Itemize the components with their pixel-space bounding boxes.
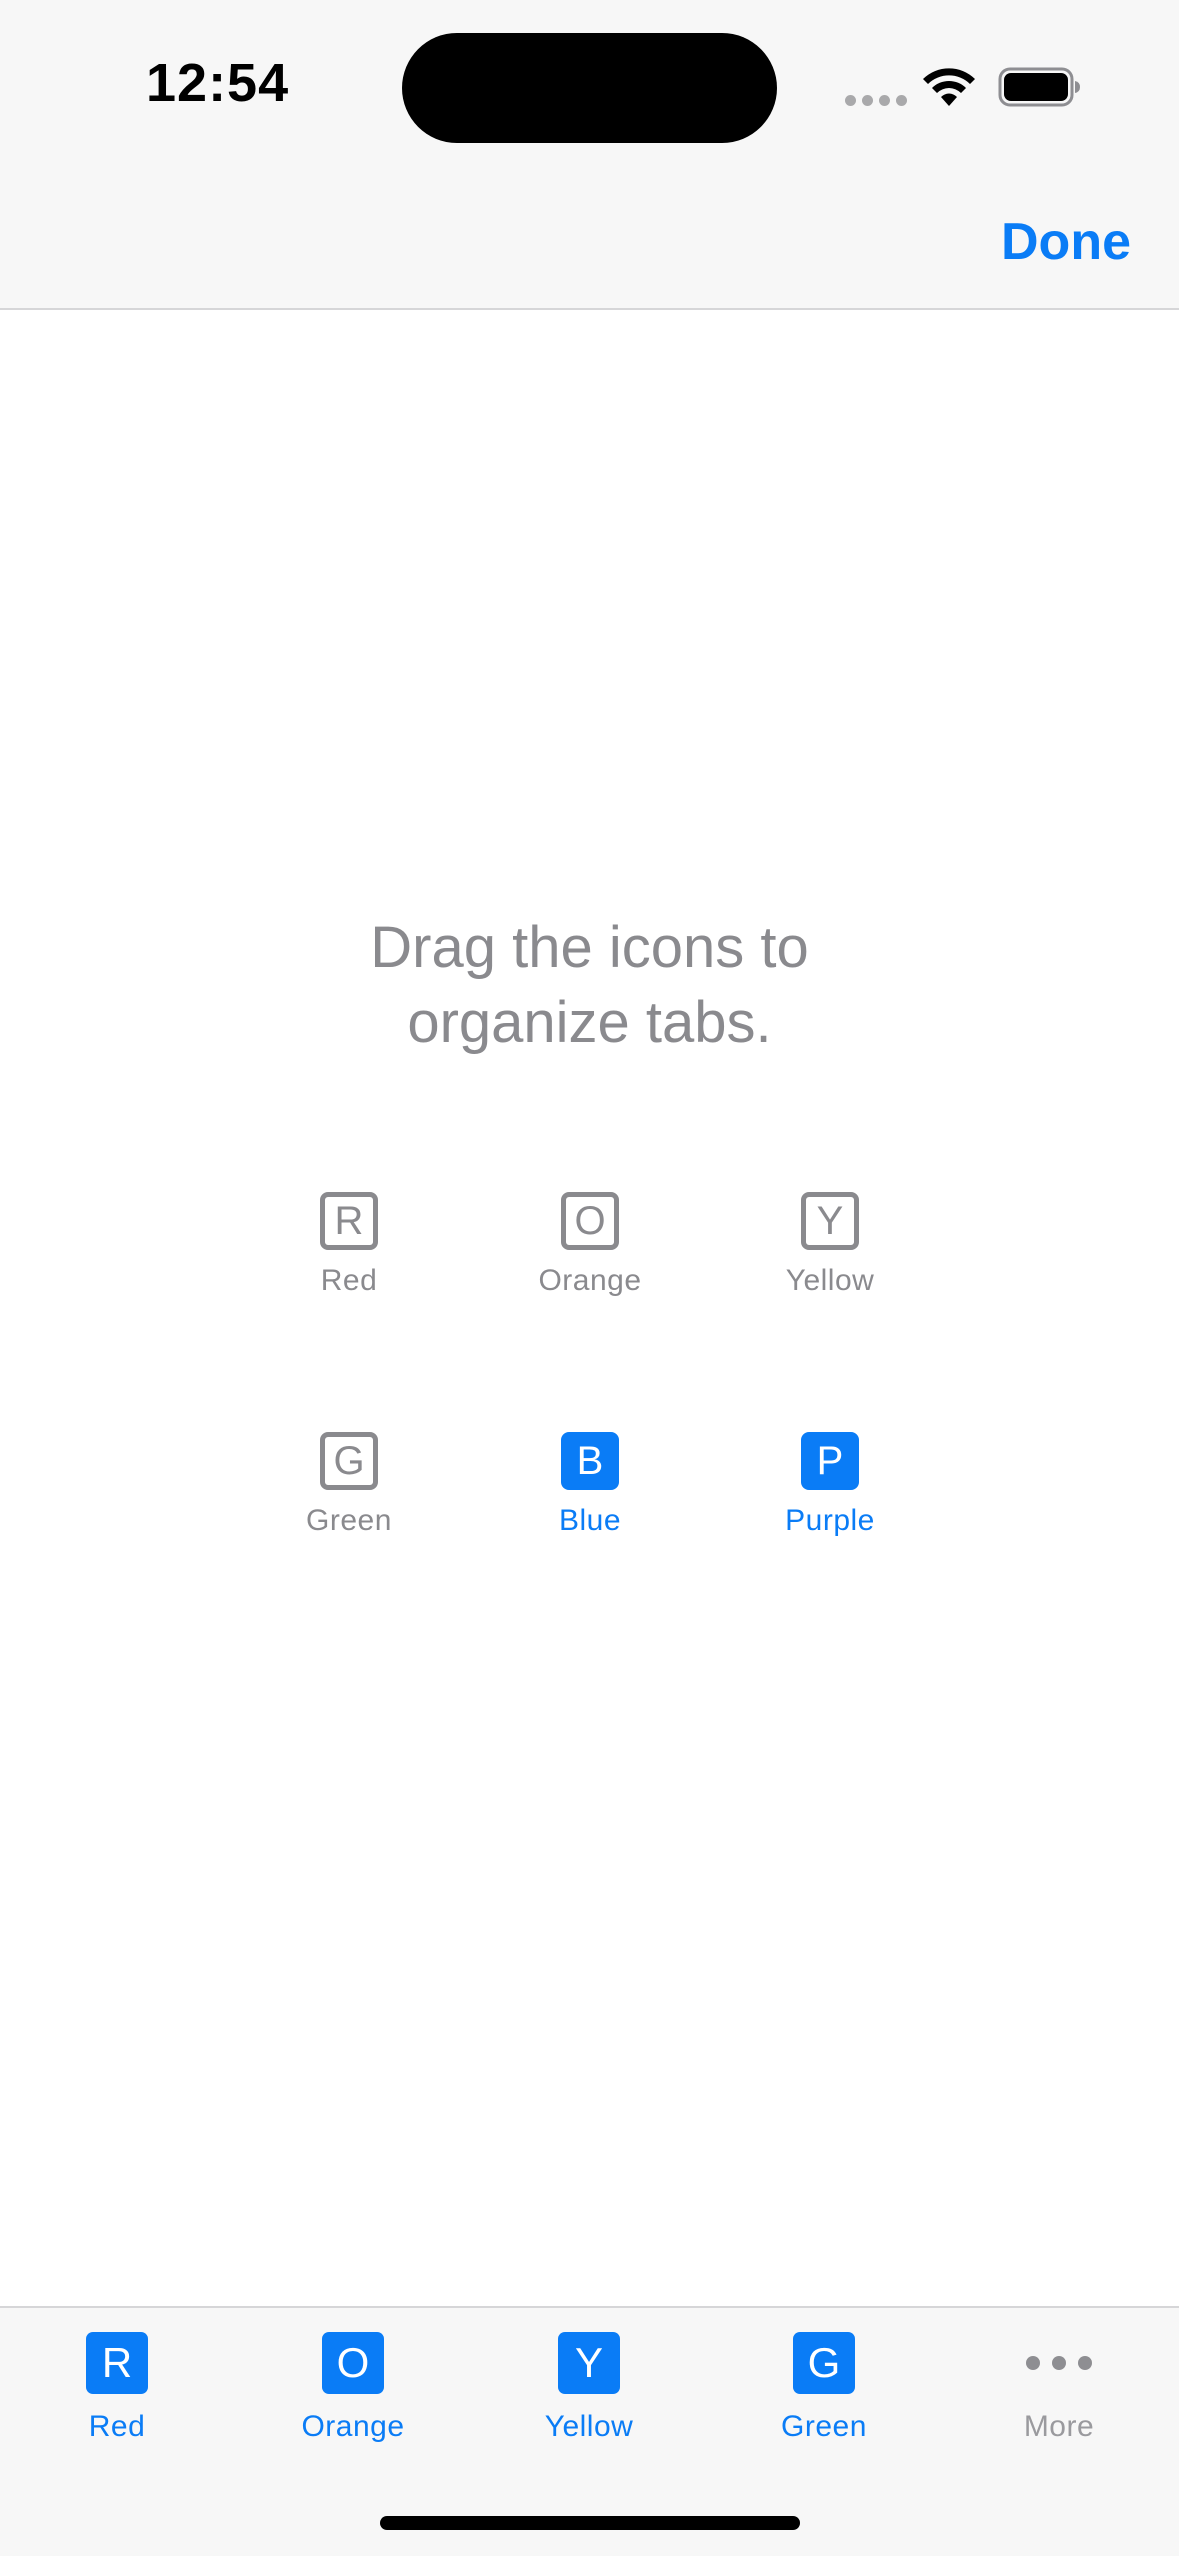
home-indicator <box>380 2516 800 2530</box>
screen: 12:54 Done Drag the icons to organize ta… <box>0 0 1179 2556</box>
tab-label: Red <box>88 2410 146 2443</box>
customize-item-orange[interactable]: O Orange <box>490 1192 690 1298</box>
customize-item-label: Green <box>306 1504 392 1537</box>
customize-item-red[interactable]: R Red <box>249 1192 449 1298</box>
tab-red[interactable]: R Red <box>17 2332 217 2444</box>
customize-item-blue[interactable]: B Blue <box>490 1432 690 1538</box>
green-tab-icon: G <box>320 1432 378 1490</box>
done-button[interactable]: Done <box>1001 212 1131 272</box>
tab-green[interactable]: G Green <box>724 2332 924 2444</box>
tab-label: More <box>1023 2410 1095 2443</box>
instruction-line-2: organize tabs. <box>407 990 772 1055</box>
customize-item-yellow[interactable]: Y Yellow <box>730 1192 930 1298</box>
customize-item-label: Red <box>320 1264 378 1297</box>
red-tab-icon: R <box>86 2332 148 2394</box>
tab-yellow[interactable]: Y Yellow <box>489 2332 689 2444</box>
red-tab-icon: R <box>320 1192 378 1250</box>
instruction-line-1: Drag the icons to <box>370 915 809 980</box>
tab-label: Orange <box>301 2410 405 2443</box>
orange-tab-icon: O <box>322 2332 384 2394</box>
status-time: 12:54 <box>146 53 290 113</box>
customize-item-purple[interactable]: P Purple <box>730 1432 930 1538</box>
battery-icon <box>998 67 1080 107</box>
dynamic-island <box>402 33 777 143</box>
wifi-icon <box>923 68 975 106</box>
top-bar: 12:54 Done <box>0 0 1179 310</box>
instruction-text: Drag the icons to organize tabs. <box>0 910 1179 1060</box>
tab-label: Green <box>781 2410 867 2443</box>
tab-label: Yellow <box>544 2410 634 2443</box>
cellular-signal-icon <box>845 95 907 106</box>
tab-more[interactable]: More <box>959 2332 1159 2444</box>
more-icon <box>959 2332 1159 2394</box>
customize-item-label: Yellow <box>785 1264 875 1297</box>
customize-item-label: Purple <box>785 1504 875 1537</box>
yellow-tab-icon: Y <box>801 1192 859 1250</box>
purple-tab-icon: P <box>801 1432 859 1490</box>
customize-item-label: Orange <box>538 1264 642 1297</box>
orange-tab-icon: O <box>561 1192 619 1250</box>
yellow-tab-icon: Y <box>558 2332 620 2394</box>
customize-item-green[interactable]: G Green <box>249 1432 449 1538</box>
blue-tab-icon: B <box>561 1432 619 1490</box>
customize-item-label: Blue <box>558 1504 622 1537</box>
tab-orange[interactable]: O Orange <box>253 2332 453 2444</box>
green-tab-icon: G <box>793 2332 855 2394</box>
